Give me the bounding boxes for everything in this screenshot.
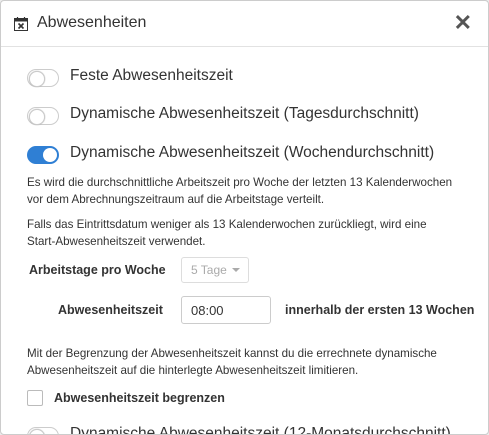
toggle-12-month-average[interactable] [27, 427, 59, 434]
description-line: Abwesenheitszeit auf die hinterlegte Abw… [27, 364, 359, 377]
workdays-label: Arbeitstage pro Woche [29, 263, 166, 277]
workdays-select[interactable]: 5 Tage [181, 257, 249, 283]
toggle-daily-average[interactable] [27, 107, 59, 125]
absences-dialog: Abwesenheiten ✕ Feste Abwesenheitszeit D… [0, 0, 489, 435]
limit-description: Mit der Begrenzung der Abwesenheitszeit … [27, 345, 477, 379]
toggle-knob [29, 429, 45, 434]
toggle-knob [29, 71, 45, 87]
toggle-knob [43, 148, 57, 162]
limit-absence-checkbox[interactable] [27, 390, 43, 406]
dialog-title: Abwesenheiten [37, 14, 147, 31]
close-icon[interactable]: ✕ [454, 12, 472, 34]
absence-time-input[interactable]: 08:00 [181, 296, 271, 324]
toggle-fixed-absence[interactable] [27, 69, 59, 87]
description-line: Es wird die durchschnittliche Arbeitszei… [27, 176, 453, 189]
absence-time-value: 08:00 [191, 303, 224, 318]
workdays-value: 5 Tage [191, 263, 227, 277]
option-label: Dynamische Abwesenheitszeit (Tagesdurchs… [70, 105, 419, 122]
absence-time-suffix: innerhalb der ersten 13 Wochen [285, 303, 475, 317]
weekly-description: Es wird die durchschnittliche Arbeitszei… [27, 174, 477, 208]
entry-date-description: Falls das Eintrittsdatum weniger als 13 … [27, 216, 477, 250]
option-label: Feste Abwesenheitszeit [70, 67, 233, 84]
calendar-icon [14, 17, 28, 31]
description-line: vor dem Abrechnungszeitraum auf die Arbe… [27, 193, 325, 206]
description-line: Mit der Begrenzung der Abwesenheitszeit … [27, 347, 437, 360]
toggle-knob [29, 109, 45, 125]
option-label: Dynamische Abwesenheitszeit (12-Monatsdu… [70, 425, 451, 435]
description-line: Start-Abwesenheitszeit verwendet. [27, 235, 206, 248]
option-label: Dynamische Abwesenheitszeit (Wochendurch… [70, 144, 435, 161]
description-line: Falls das Eintrittsdatum weniger als 13 … [27, 218, 427, 231]
chevron-down-icon [232, 268, 240, 272]
toggle-weekly-average[interactable] [27, 146, 59, 164]
dialog-header: Abwesenheiten ✕ [1, 1, 488, 47]
absence-time-label: Abwesenheitszeit [58, 303, 163, 317]
limit-absence-label: Abwesenheitszeit begrenzen [54, 391, 225, 405]
